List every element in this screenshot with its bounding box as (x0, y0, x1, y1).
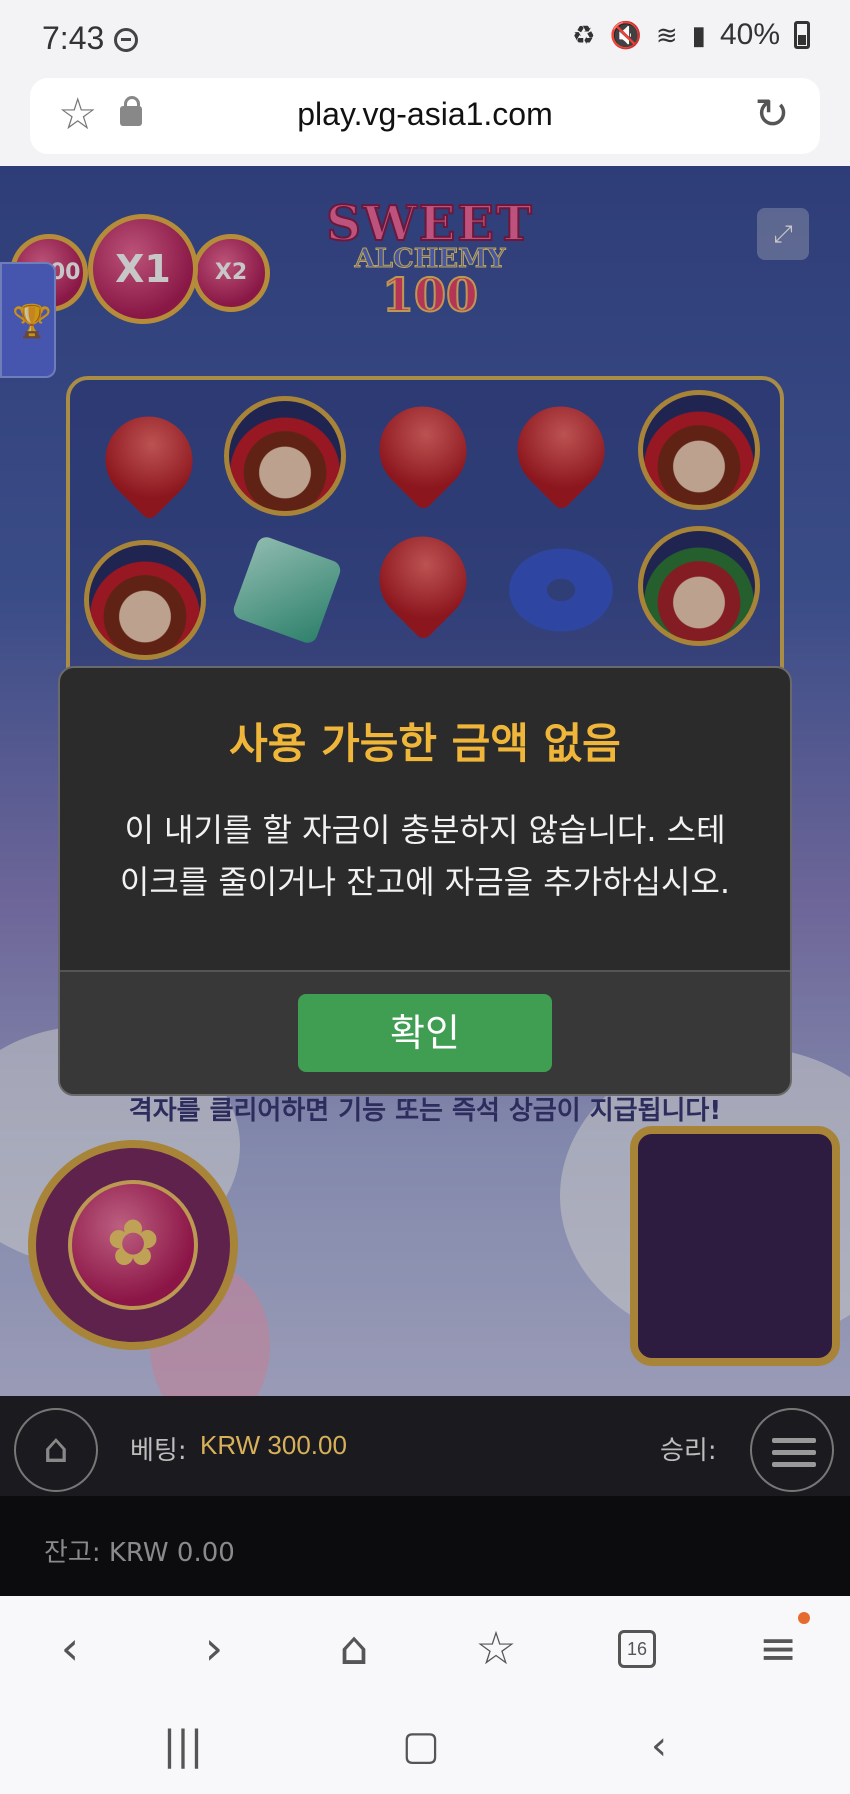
system-back-button[interactable]: ‹ (624, 1718, 694, 1774)
wifi-icon: ≋ (655, 19, 678, 50)
balance-text: 잔고: KRW 0.00 (44, 1538, 235, 1568)
battery-icon (794, 21, 810, 49)
game-control-bar: ⌂ 베팅: KRW 300.00 승리: (0, 1396, 850, 1496)
win-label: 승리: (660, 1436, 717, 1466)
menu-button[interactable]: ≡ (746, 1616, 810, 1680)
back-button[interactable]: ‹ (38, 1616, 102, 1680)
menu-line-icon (772, 1438, 816, 1443)
battery-percent: 40% (719, 18, 780, 51)
insufficient-funds-dialog: 사용 가능한 금액 없음 이 내기를 할 자금이 충분하지 않습니다. 스테 이… (58, 666, 792, 1096)
dialog-title: 사용 가능한 금액 없음 (229, 719, 621, 768)
mute-icon: 🔇 (609, 19, 642, 50)
signal-icon: ▮ (691, 19, 706, 50)
url-text[interactable]: play.vg-asia1.com (30, 96, 820, 133)
system-navigation-bar: ||| ▢ ‹ (0, 1700, 850, 1794)
tabs-button[interactable]: 16 (618, 1630, 656, 1668)
recent-apps-button[interactable]: ||| (148, 1718, 218, 1774)
dialog-message-line: 이크를 줄이거나 잔고에 자금을 추가하십시오. (119, 863, 731, 901)
dialog-message-line: 이 내기를 할 자금이 충분하지 않습니다. 스테 (124, 811, 726, 849)
confirm-button[interactable]: 확인 (298, 994, 552, 1072)
dialog-message: 이 내기를 할 자금이 충분하지 않습니다. 스테 이크를 줄이거나 잔고에 자… (100, 804, 750, 908)
dialog-footer: 확인 (60, 970, 790, 1094)
game-menu-button[interactable] (750, 1408, 834, 1492)
reload-icon[interactable]: ↻ (750, 92, 794, 136)
bet-value[interactable]: KRW 300.00 (200, 1430, 347, 1461)
balance-bar: 잔고: KRW 0.00 (0, 1496, 850, 1596)
menu-line-icon (772, 1462, 816, 1467)
browser-toolbar: ‹ › ⌂ ☆ 16 ≡ (0, 1596, 850, 1700)
battery-saver-icon: ♻ (572, 19, 596, 50)
menu-line-icon (772, 1450, 816, 1455)
status-icons: ♻ 🔇 ≋ ▮ 40% (572, 18, 810, 52)
bet-label: 베팅: (130, 1436, 187, 1466)
status-time: 7:43 (42, 20, 105, 56)
address-bar[interactable]: ☆ play.vg-asia1.com ↻ (30, 78, 820, 154)
home-button[interactable]: ⌂ (322, 1616, 386, 1680)
system-home-button[interactable]: ▢ (386, 1718, 456, 1774)
bookmarks-button[interactable]: ☆ (464, 1616, 528, 1680)
forward-button[interactable]: › (182, 1616, 246, 1680)
notification-dot-icon (798, 1612, 810, 1624)
do-not-disturb-icon (114, 28, 138, 52)
game-home-button[interactable]: ⌂ (14, 1408, 98, 1492)
status-bar: 7:43 ♻ 🔇 ≋ ▮ 40% (0, 0, 850, 78)
